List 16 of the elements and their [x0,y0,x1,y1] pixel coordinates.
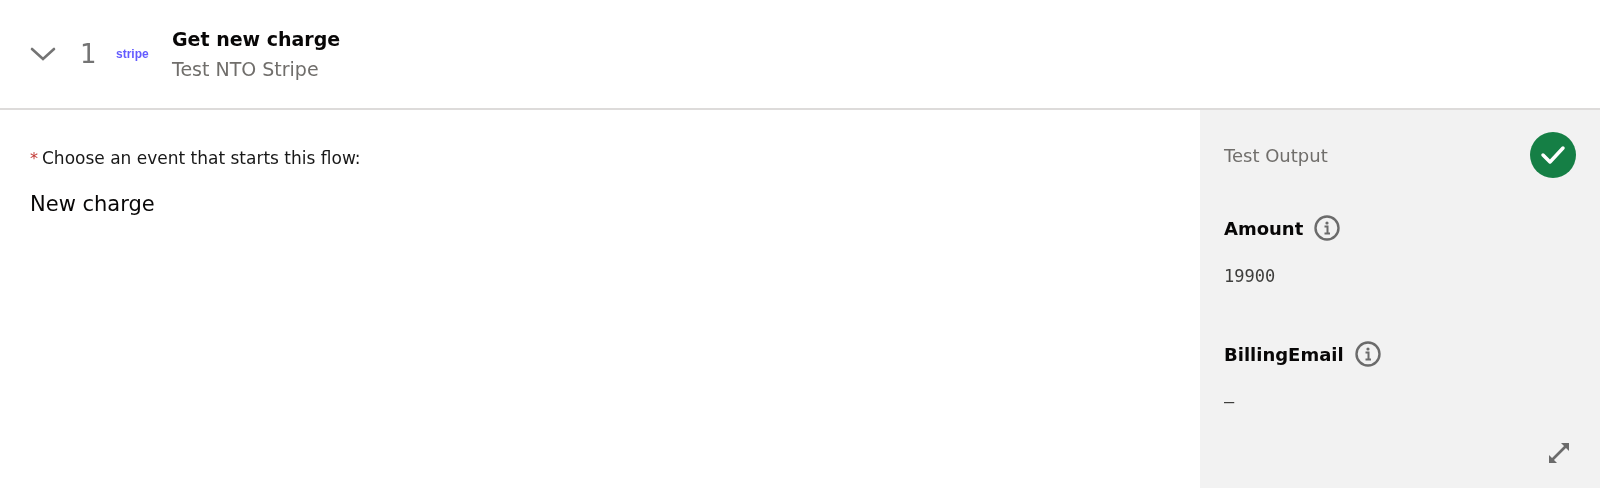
output-field-name: Amount [1224,217,1304,239]
output-field-value: – [1224,392,1235,412]
app-logo: stripe [116,47,150,61]
step-title: Get new charge [172,28,341,50]
required-mark: * [30,149,38,168]
step-subtitle: Test NTO Stripe [172,58,320,80]
info-icon[interactable] [1313,214,1342,242]
event-value: New charge [30,192,156,216]
expand-icon[interactable] [1546,440,1572,466]
output-field-value: 19900 [1224,266,1276,286]
step-number: 1 [80,39,98,69]
info-icon[interactable] [1353,340,1382,368]
panel-title: Test Output [1224,144,1328,166]
output-field-name: BillingEmail [1224,343,1344,365]
chevron-icon[interactable] [30,46,56,62]
field-label: Choose an event that starts this flow: [42,148,361,168]
